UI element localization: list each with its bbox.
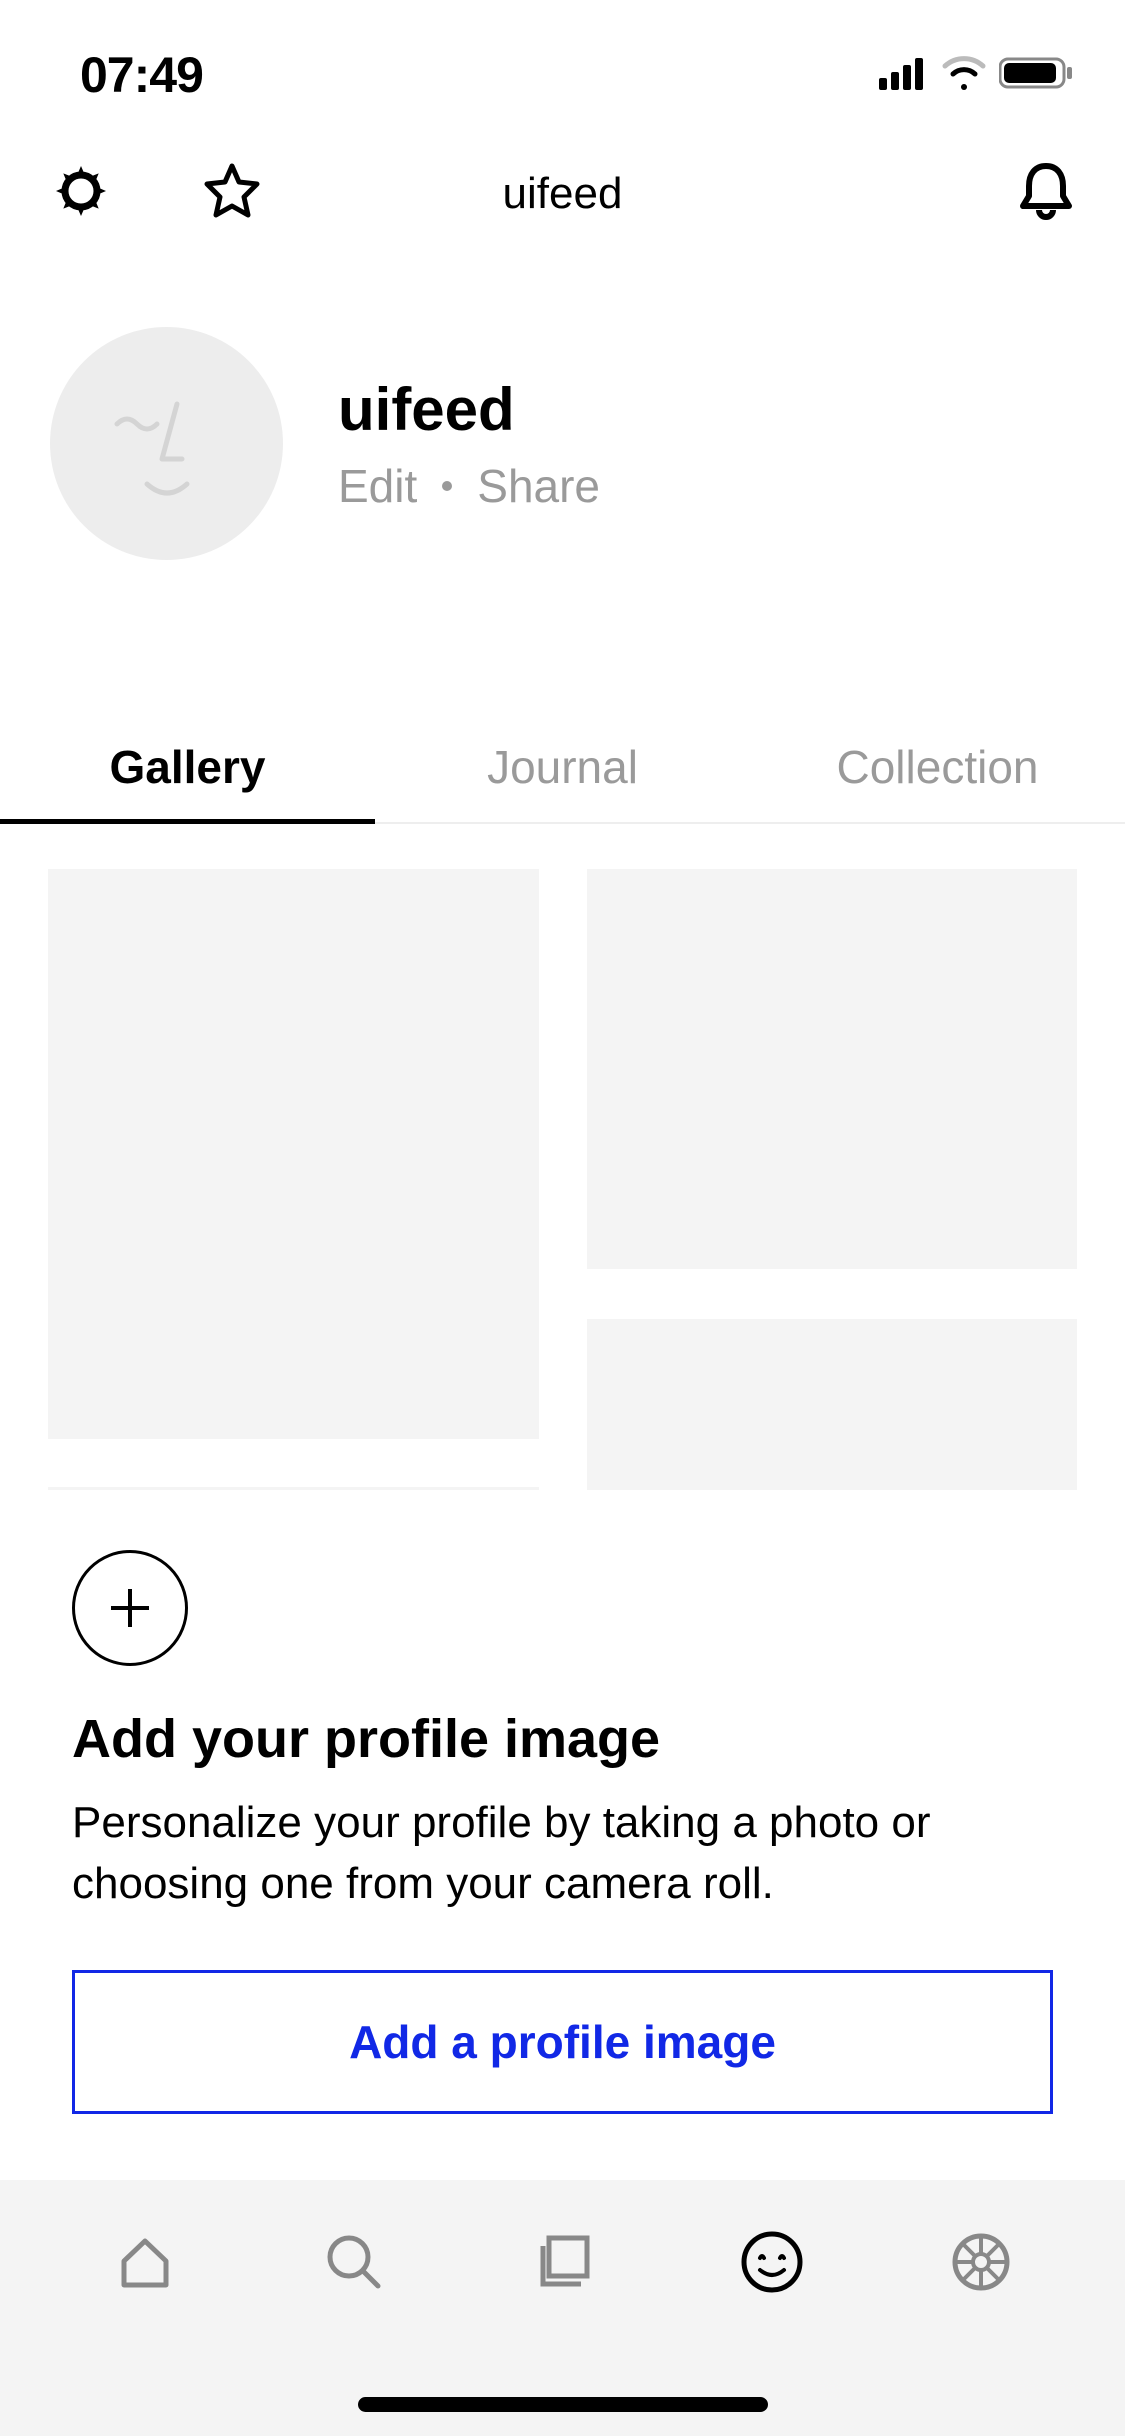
settings-icon[interactable] (50, 160, 112, 227)
nav-search[interactable] (314, 2222, 394, 2302)
notifications-icon[interactable] (1017, 209, 1075, 226)
profile-username: uifeed (338, 375, 600, 444)
battery-icon (999, 55, 1075, 96)
nav-profile[interactable] (732, 2222, 812, 2302)
profile-actions: Edit Share (338, 459, 600, 513)
gallery-placeholder[interactable] (48, 869, 539, 1439)
wifi-icon (941, 56, 987, 95)
tab-indicator (0, 819, 375, 824)
nav-discover[interactable] (941, 2222, 1021, 2302)
page-title: uifeed (503, 169, 623, 219)
avatar[interactable] (50, 327, 283, 560)
add-profile-image-button[interactable]: Add a profile image (72, 1970, 1053, 2114)
nav-bar: uifeed (0, 130, 1125, 287)
prompt-title: Add your profile image (72, 1708, 1053, 1770)
tab-collection[interactable]: Collection (750, 710, 1125, 824)
profile-section: uifeed Edit Share (0, 287, 1125, 640)
cellular-icon (879, 56, 929, 95)
tab-gallery[interactable]: Gallery (0, 710, 375, 824)
plus-icon[interactable] (72, 1550, 188, 1666)
nav-home[interactable] (105, 2222, 185, 2302)
favorites-icon[interactable] (202, 160, 262, 227)
prompt-description: Personalize your profile by taking a pho… (72, 1792, 1053, 1915)
separator-dot (442, 481, 452, 491)
profile-image-prompt: Add your profile image Personalize your … (0, 1490, 1125, 2180)
gallery-placeholder[interactable] (587, 869, 1078, 1269)
status-time: 07:49 (80, 46, 203, 104)
home-indicator[interactable] (358, 2397, 768, 2412)
nav-studio[interactable] (523, 2222, 603, 2302)
share-button[interactable]: Share (477, 459, 600, 513)
status-bar: 07:49 (0, 0, 1125, 130)
status-icons (879, 55, 1075, 96)
tab-journal[interactable]: Journal (375, 710, 750, 824)
edit-button[interactable]: Edit (338, 459, 417, 513)
tabs: Gallery Journal Collection (0, 640, 1125, 824)
